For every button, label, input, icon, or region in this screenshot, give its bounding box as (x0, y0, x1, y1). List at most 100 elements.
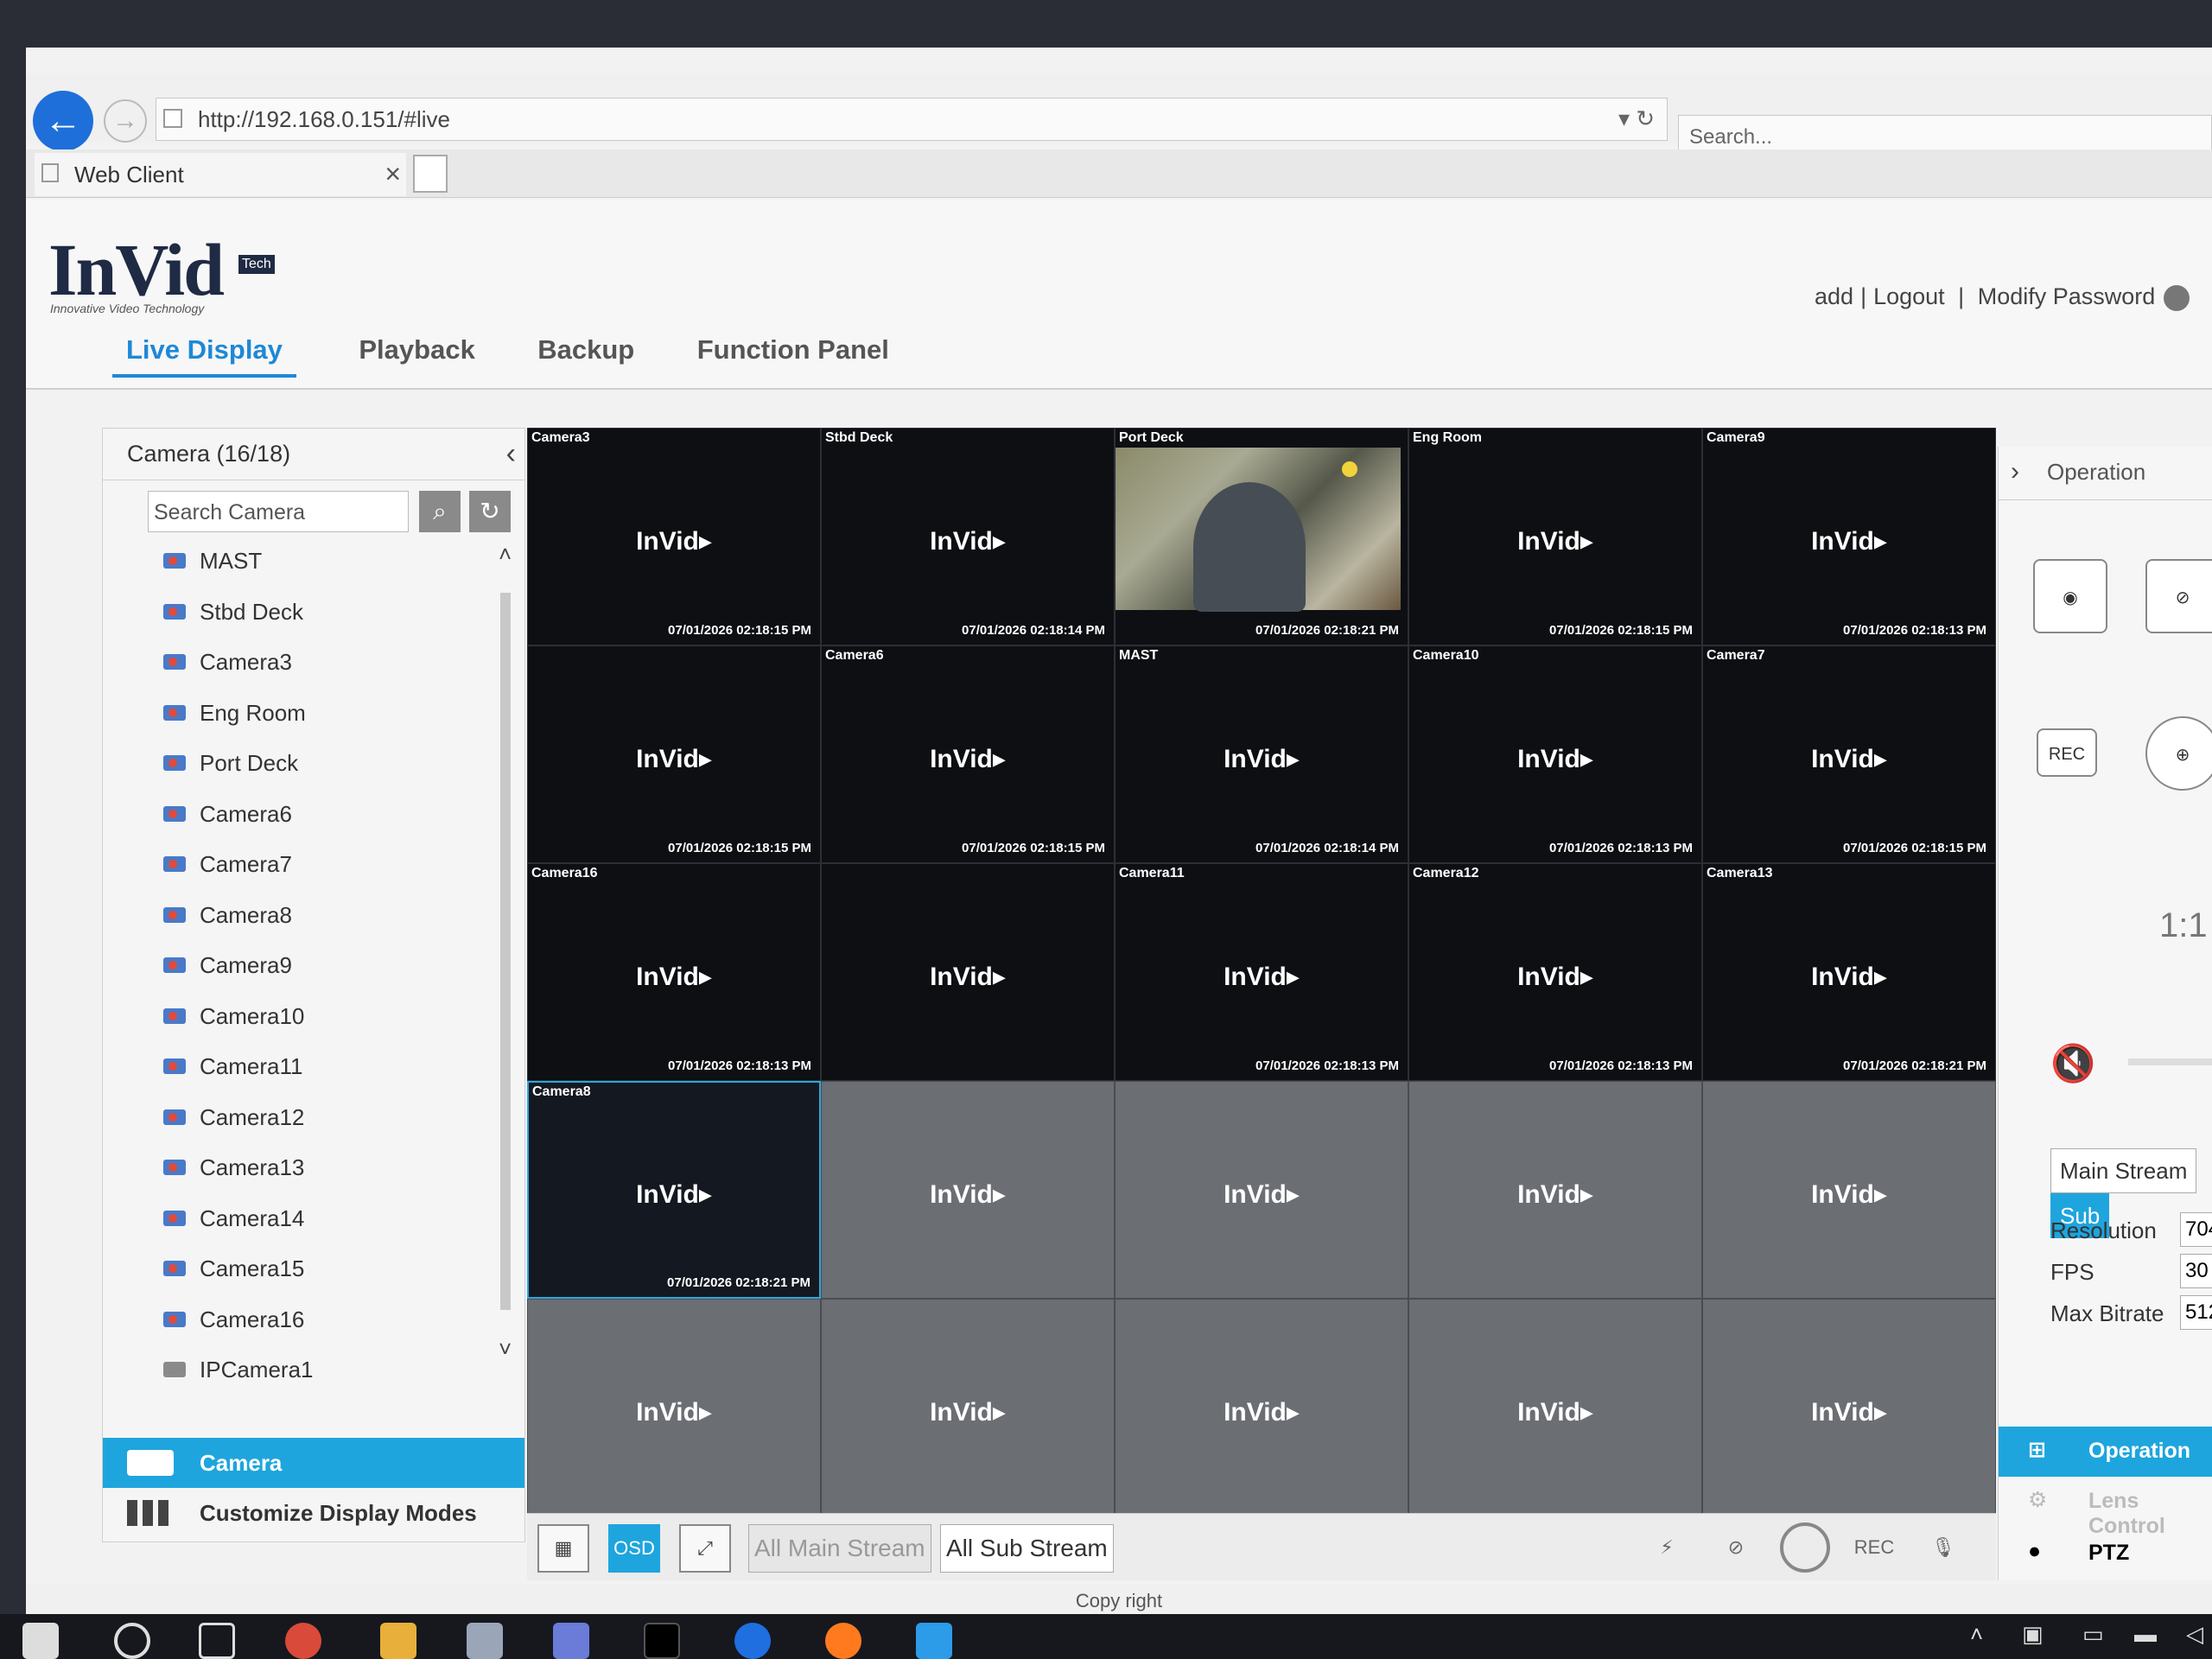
tray-icon[interactable]: ▣ (2022, 1621, 2044, 1648)
camera-list-item[interactable]: Camera3 (155, 642, 483, 693)
logout-link[interactable]: Logout (1873, 283, 1945, 309)
video-cell[interactable]: InVid▸ Camera12 07/01/2026 02:18:13 PM (1408, 863, 1702, 1081)
volume-icon[interactable]: ◁ (2186, 1621, 2203, 1648)
empty-video-cell[interactable]: InVid▸ (1408, 1299, 1702, 1516)
edge-icon[interactable] (734, 1623, 771, 1659)
empty-video-cell[interactable]: InVid▸ (1702, 1081, 1996, 1299)
fps-field[interactable]: 30 (2180, 1254, 2212, 1288)
camera-list-item[interactable]: MAST (155, 541, 483, 592)
video-cell[interactable]: InVid▸ (821, 863, 1115, 1081)
browser-tab[interactable]: Web Client × (35, 153, 406, 196)
camera-list-item[interactable]: IPCamera1 (155, 1350, 483, 1401)
chevron-up-icon[interactable]: ˄ (499, 541, 512, 568)
video-cell[interactable]: InVid▸ Camera8 07/01/2026 02:18:21 PM (527, 1081, 821, 1299)
empty-video-cell[interactable]: InVid▸ (1115, 1081, 1408, 1299)
terminal-icon[interactable] (644, 1623, 680, 1659)
video-cell[interactable]: InVid▸ Camera10 07/01/2026 02:18:13 PM (1408, 645, 1702, 863)
scrollbar-thumb[interactable] (500, 593, 511, 1310)
battery-icon[interactable]: ▬ (2134, 1621, 2157, 1648)
camera-mode-button[interactable]: Camera (103, 1438, 524, 1488)
empty-video-cell[interactable]: InVid▸ (527, 1299, 821, 1516)
camera-list-item[interactable]: Camera6 (155, 794, 483, 845)
ratio-1-1-button[interactable]: 1:1 (2159, 906, 2208, 945)
chevron-left-icon[interactable]: ‹ (506, 437, 516, 471)
microphone-icon[interactable]: 🎙 (1918, 1522, 1968, 1573)
chevron-down-icon[interactable]: ˅ (499, 1336, 512, 1363)
operation-tab[interactable]: ⊞ Operation (1999, 1427, 2212, 1477)
camera-list-item[interactable]: Stbd Deck (155, 592, 483, 643)
empty-video-cell[interactable]: InVid▸ (1408, 1081, 1702, 1299)
screen-layout-icon[interactable]: ▦ (537, 1524, 589, 1573)
tab-function-panel[interactable]: Function Panel (697, 334, 889, 374)
chrome-icon[interactable] (285, 1623, 321, 1659)
video-cell[interactable]: InVid▸ 07/01/2026 02:18:15 PM (527, 645, 821, 863)
snapshot-all-icon[interactable]: ⚡ (1642, 1522, 1692, 1573)
camera-list-item[interactable]: Camera11 (155, 1046, 483, 1097)
chevron-up-icon[interactable]: ˄ (1970, 1621, 1983, 1648)
folder-icon[interactable] (380, 1623, 416, 1659)
video-cell[interactable]: InVid▸ Camera3 07/01/2026 02:18:15 PM (527, 428, 821, 645)
camera-list-item[interactable]: Camera7 (155, 844, 483, 895)
video-cell[interactable]: InVid▸ Camera7 07/01/2026 02:18:15 PM (1702, 645, 1996, 863)
zoom-in-icon[interactable]: ⊕ (2145, 716, 2212, 791)
video-cell[interactable]: InVid▸ Camera16 07/01/2026 02:18:13 PM (527, 863, 821, 1081)
video-cell[interactable]: InVid▸ Camera13 07/01/2026 02:18:21 PM (1702, 863, 1996, 1081)
firefox-icon[interactable] (825, 1623, 861, 1659)
lens-control-tab[interactable]: ⚙ Lens Control (1999, 1477, 2212, 1538)
refresh-icon[interactable]: ▾ ↻ (1618, 105, 1655, 132)
task-view-icon[interactable] (199, 1623, 235, 1659)
search-icon[interactable] (114, 1623, 150, 1659)
volume-slider[interactable] (2128, 1058, 2212, 1065)
camera-list-scrollbar[interactable]: ˄ ˅ (499, 541, 516, 1370)
max-bitrate-field[interactable]: 512Kb (2180, 1295, 2212, 1330)
main-stream-tab[interactable]: Main Stream (2050, 1148, 2197, 1193)
camera-list-item[interactable]: Camera8 (155, 895, 483, 946)
app-icon[interactable] (467, 1623, 503, 1659)
camera-list-item[interactable]: Port Deck (155, 743, 483, 794)
camera-list-item[interactable]: Camera16 (155, 1300, 483, 1351)
video-cell[interactable]: InVid▸ Eng Room 07/01/2026 02:18:15 PM (1408, 428, 1702, 645)
close-preview-icon[interactable]: ⊘ (2145, 559, 2212, 633)
snapshot-camera-icon[interactable]: ◉ (2033, 559, 2107, 633)
resolution-field[interactable]: 704x4 (2180, 1212, 2212, 1247)
camera-list-item[interactable]: Camera12 (155, 1097, 483, 1148)
rec-all-button[interactable]: REC (1849, 1522, 1899, 1573)
video-cell[interactable]: Port Deck 07/01/2026 02:18:21 PM (1115, 428, 1408, 645)
empty-video-cell[interactable]: InVid▸ (1702, 1299, 1996, 1516)
search-icon[interactable]: ⌕ (419, 491, 461, 532)
back-arrow-icon[interactable]: ← (33, 91, 93, 151)
address-bar[interactable]: http://192.168.0.151/#live ▾ ↻ (156, 98, 1668, 141)
camera-list-item[interactable]: Camera9 (155, 945, 483, 996)
network-icon[interactable]: ▭ (2082, 1621, 2104, 1648)
rec-button[interactable]: REC (2037, 728, 2097, 777)
camera-list-item[interactable]: Camera10 (155, 996, 483, 1047)
chevron-right-icon[interactable]: › (2011, 457, 2019, 486)
tab-live-display[interactable]: Live Display (112, 334, 296, 378)
internet-explorer-icon[interactable] (916, 1623, 952, 1659)
mute-speaker-icon[interactable]: 🔇 (2050, 1043, 2095, 1085)
refresh-icon[interactable]: ↻ (469, 491, 511, 532)
fullscreen-icon[interactable]: ⤢ (679, 1524, 731, 1573)
forward-arrow-icon[interactable]: → (104, 99, 147, 143)
empty-video-cell[interactable]: InVid▸ (821, 1081, 1115, 1299)
all-sub-stream-button[interactable]: All Sub Stream (940, 1524, 1114, 1573)
new-tab-button[interactable] (413, 155, 448, 193)
windows-start-icon[interactable] (22, 1623, 59, 1659)
close-icon[interactable]: × (385, 158, 401, 190)
empty-video-cell[interactable]: InVid▸ (1115, 1299, 1408, 1516)
video-cell[interactable]: InVid▸ Camera9 07/01/2026 02:18:13 PM (1702, 428, 1996, 645)
camera-list-item[interactable]: Camera15 (155, 1249, 483, 1300)
video-cell[interactable]: InVid▸ Stbd Deck 07/01/2026 02:18:14 PM (821, 428, 1115, 645)
camera-list-item[interactable]: Eng Room (155, 693, 483, 744)
user-name-link[interactable]: add (1815, 283, 1853, 309)
video-cell[interactable]: InVid▸ Camera11 07/01/2026 02:18:13 PM (1115, 863, 1408, 1081)
video-cell[interactable]: InVid▸ Camera6 07/01/2026 02:18:15 PM (821, 645, 1115, 863)
record-all-icon[interactable] (1780, 1522, 1830, 1573)
ptz-tab[interactable]: ● PTZ (1999, 1529, 2212, 1579)
camera-list-item[interactable]: Camera14 (155, 1198, 483, 1249)
customize-display-modes-button[interactable]: Customize Display Modes (103, 1488, 524, 1538)
osd-button[interactable]: OSD (608, 1524, 660, 1573)
close-all-preview-icon[interactable]: ⊘ (1711, 1522, 1761, 1573)
all-main-stream-button[interactable]: All Main Stream (748, 1524, 931, 1573)
empty-video-cell[interactable]: InVid▸ (821, 1299, 1115, 1516)
